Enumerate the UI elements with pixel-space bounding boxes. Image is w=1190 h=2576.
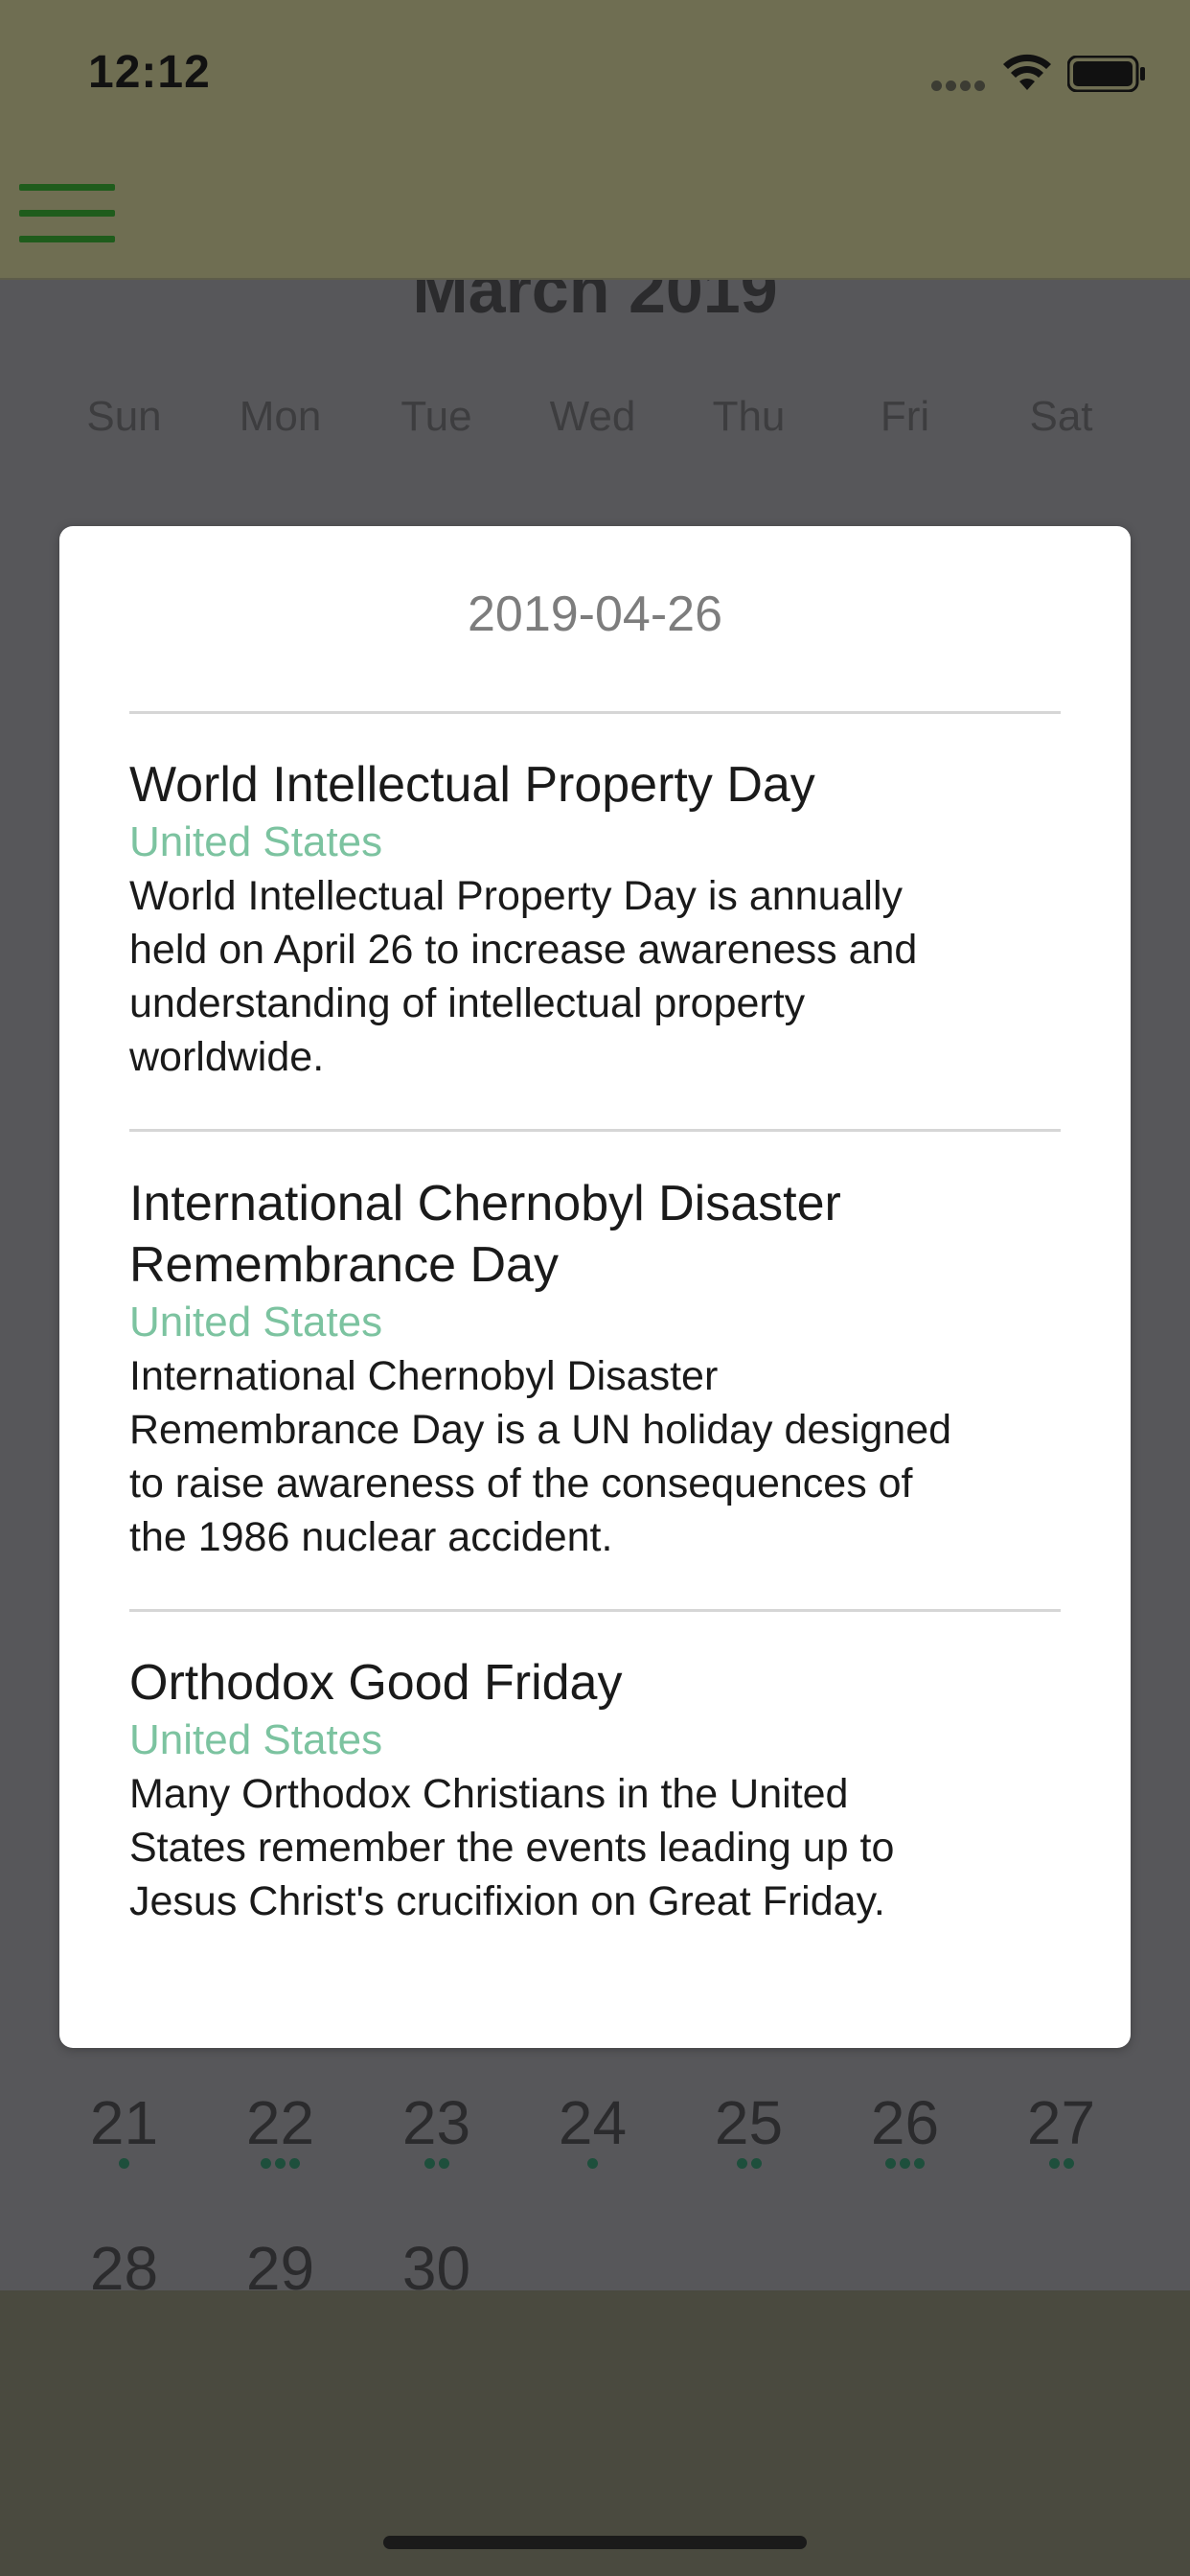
event-item: World Intellectual Property Day United S… [129, 754, 1078, 1084]
event-dots [983, 2158, 1139, 2172]
status-time: 12:12 [88, 47, 211, 98]
event-dots [827, 2158, 983, 2172]
event-description: World Intellectual Property Day is annua… [129, 873, 918, 1080]
event-dots [202, 2158, 358, 2172]
event-dot [289, 2158, 300, 2169]
event-item: International Chernobyl Disaster Remembr… [129, 1173, 1078, 1564]
calendar-week-row: 28 29 30 [0, 2235, 1190, 2290]
calendar-day[interactable]: 25 [671, 2089, 827, 2172]
calendar-day[interactable]: 22 [202, 2089, 358, 2172]
calendar-day[interactable]: 23 [358, 2089, 515, 2172]
wifi-icon [1003, 54, 1051, 90]
event-dot [119, 2158, 129, 2169]
calendar-day[interactable]: 28 [46, 2235, 202, 2290]
event-dot [914, 2158, 925, 2169]
weekday-wed: Wed [549, 393, 636, 440]
home-indicator[interactable] [383, 2536, 807, 2549]
holiday-detail-modal: 2019-04-26 World Intellectual Property D… [59, 526, 1131, 2048]
bottom-area [0, 2290, 1190, 2576]
divider [129, 1609, 1061, 1612]
weekday-sun: Sun [86, 393, 162, 440]
calendar-day[interactable]: 26 [827, 2089, 983, 2172]
weekday-thu: Thu [712, 393, 786, 440]
divider [129, 711, 1061, 714]
event-dot [261, 2158, 271, 2169]
divider [129, 1129, 1061, 1132]
weekday-header: Sun Mon Tue Wed Thu Fri Sat [0, 393, 1190, 450]
calendar-week-row: 21 22 23 24 25 26 27 [0, 2089, 1190, 2195]
event-item: Orthodox Good Friday United States Many … [129, 1652, 1078, 1928]
event-dot [900, 2158, 910, 2169]
event-dot [885, 2158, 896, 2169]
battery-icon [1067, 56, 1145, 92]
event-title: International Chernobyl Disaster Remembr… [129, 1176, 841, 1293]
weekday-mon: Mon [239, 393, 322, 440]
event-country: United States [129, 1299, 383, 1346]
calendar-day[interactable]: 21 [46, 2089, 202, 2172]
event-country: United States [129, 818, 383, 865]
event-title: Orthodox Good Friday [129, 1655, 623, 1711]
calendar-day[interactable]: 30 [358, 2235, 515, 2290]
weekday-fri: Fri [880, 393, 930, 440]
event-dots [46, 2158, 202, 2172]
event-dot [438, 2158, 449, 2169]
event-dots [515, 2158, 671, 2172]
weekday-sat: Sat [1029, 393, 1093, 440]
event-dot [750, 2158, 762, 2169]
event-title: World Intellectual Property Day [129, 757, 815, 813]
event-dots [358, 2158, 515, 2172]
event-dot [587, 2158, 598, 2169]
event-dot [1063, 2158, 1074, 2169]
hamburger-menu-icon[interactable] [19, 184, 115, 245]
weekday-tue: Tue [400, 393, 472, 440]
cellular-signal-icon [931, 79, 989, 91]
event-dot [736, 2158, 747, 2169]
event-dots [671, 2158, 827, 2172]
calendar-day[interactable]: 27 [983, 2089, 1139, 2172]
event-dot [423, 2158, 435, 2169]
modal-date: 2019-04-26 [468, 586, 722, 642]
event-dot [275, 2158, 286, 2169]
calendar-day[interactable]: 24 [515, 2089, 671, 2172]
calendar-day[interactable]: 29 [202, 2235, 358, 2290]
event-description: International Chernobyl Disaster Remembr… [129, 1353, 952, 1560]
navigation-bar [0, 144, 1190, 280]
event-country: United States [129, 1716, 383, 1763]
event-dot [1048, 2158, 1060, 2169]
event-description: Many Orthodox Christians in the United S… [129, 1771, 895, 1924]
month-title: March 2019 [412, 280, 778, 327]
status-bar: 12:12 [0, 0, 1190, 144]
